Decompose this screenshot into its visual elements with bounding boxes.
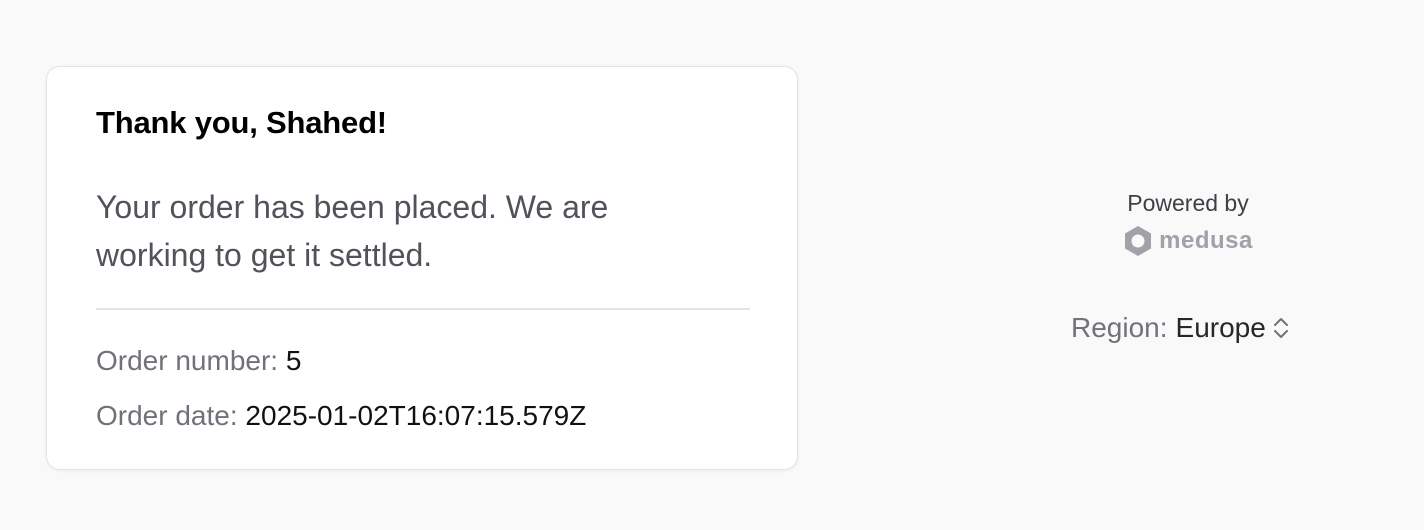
order-confirmation-page: Thank you, Shahed! Your order has been p… bbox=[0, 0, 1424, 530]
medusa-logo-icon bbox=[1123, 225, 1153, 257]
order-confirmation-card: Thank you, Shahed! Your order has been p… bbox=[46, 66, 798, 470]
region-label: Region: bbox=[1071, 312, 1168, 343]
region-value: Europe bbox=[1175, 312, 1266, 343]
chevron-up-down-icon bbox=[1272, 315, 1290, 341]
order-date-row: Order date: 2025-01-02T16:07:15.579Z bbox=[96, 399, 586, 433]
order-number-label: Order number: bbox=[96, 345, 279, 376]
order-date-label: Order date: bbox=[96, 400, 238, 431]
medusa-brand-link[interactable]: medusa bbox=[1123, 224, 1253, 258]
powered-by-section: Powered by medusa bbox=[1040, 186, 1336, 262]
greeting-heading: Thank you, Shahed! bbox=[96, 105, 387, 140]
order-date-value: 2025-01-02T16:07:15.579Z bbox=[245, 400, 587, 431]
order-status-message: Your order has been placed. We are worki… bbox=[96, 189, 609, 273]
powered-by-label: Powered by bbox=[1127, 190, 1249, 216]
medusa-brand-name: medusa bbox=[1159, 227, 1253, 254]
divider bbox=[96, 308, 750, 310]
order-number-value: 5 bbox=[285, 345, 302, 376]
order-number-row: Order number: 5 bbox=[96, 344, 301, 378]
region-selector[interactable]: Region: Europe bbox=[1071, 310, 1290, 346]
